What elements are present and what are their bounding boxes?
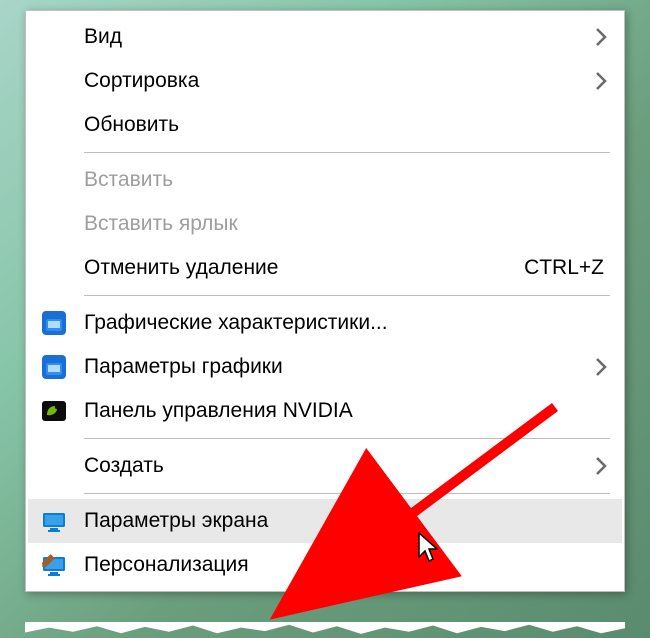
empty-icon: [40, 452, 84, 480]
menu-item-shortcut: CTRL+Z: [524, 256, 604, 280]
menu-item-paste: Вставить: [28, 158, 622, 202]
nvidia-icon: [40, 397, 84, 425]
empty-icon: [40, 254, 84, 282]
empty-icon: [40, 111, 84, 139]
menu-item-label: Вставить: [84, 168, 604, 192]
menu-item-label: Параметры графики: [84, 355, 604, 379]
menu-item-label: Параметры экрана: [84, 509, 604, 533]
desktop-context-menu[interactable]: Вид Сортировка Обновить Вставить Вставит…: [25, 10, 625, 592]
menu-item-intel-graphics-params[interactable]: Параметры графики: [28, 345, 622, 389]
menu-separator: [84, 152, 610, 153]
menu-item-display-settings[interactable]: Параметры экрана: [28, 499, 622, 543]
menu-separator: [84, 493, 610, 494]
menu-separator: [84, 438, 610, 439]
menu-item-label: Отменить удаление: [84, 256, 504, 280]
empty-icon: [40, 23, 84, 51]
menu-item-nvidia-panel[interactable]: Панель управления NVIDIA: [28, 389, 622, 433]
menu-item-undo-delete[interactable]: Отменить удаление CTRL+Z: [28, 246, 622, 290]
empty-icon: [40, 210, 84, 238]
menu-item-new[interactable]: Создать: [28, 444, 622, 488]
chevron-right-icon: [594, 25, 608, 49]
menu-item-label: Сортировка: [84, 69, 604, 93]
menu-item-view[interactable]: Вид: [28, 15, 622, 59]
torn-paper-edge: [25, 622, 625, 636]
personalize-icon: [40, 551, 84, 579]
menu-item-label: Вставить ярлык: [84, 212, 604, 236]
menu-separator: [84, 295, 610, 296]
menu-item-label: Графические характеристики...: [84, 311, 604, 335]
menu-item-sort[interactable]: Сортировка: [28, 59, 622, 103]
chevron-right-icon: [594, 454, 608, 478]
menu-item-label: Вид: [84, 25, 604, 49]
intel-graphics-icon: [40, 309, 84, 337]
menu-item-label: Персонализация: [84, 553, 604, 577]
menu-item-refresh[interactable]: Обновить: [28, 103, 622, 147]
menu-item-label: Панель управления NVIDIA: [84, 399, 604, 423]
intel-graphics-icon: [40, 353, 84, 381]
chevron-right-icon: [594, 69, 608, 93]
empty-icon: [40, 166, 84, 194]
chevron-right-icon: [594, 355, 608, 379]
menu-item-label: Обновить: [84, 113, 604, 137]
menu-item-label: Создать: [84, 454, 604, 478]
menu-item-intel-graphics-props[interactable]: Графические характеристики...: [28, 301, 622, 345]
menu-item-personalize[interactable]: Персонализация: [28, 543, 622, 587]
menu-item-paste-shortcut: Вставить ярлык: [28, 202, 622, 246]
display-icon: [40, 507, 84, 535]
empty-icon: [40, 67, 84, 95]
